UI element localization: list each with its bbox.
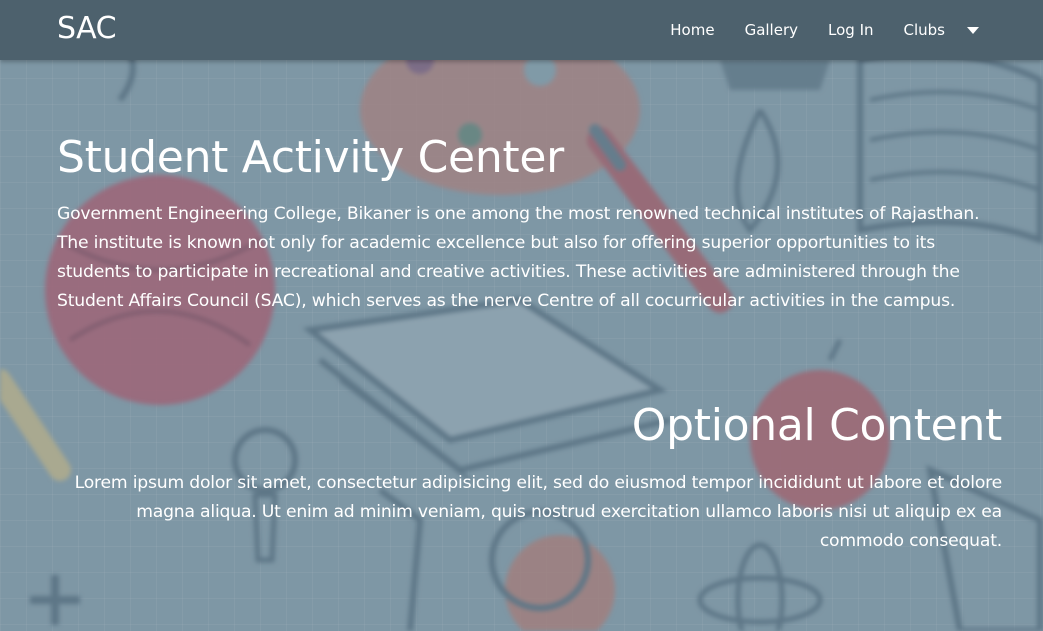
nav-links: Home Gallery Log In Clubs [670,0,979,60]
nav-link-clubs[interactable]: Clubs [904,21,945,39]
nav-link-login[interactable]: Log In [828,21,874,39]
intro-description: Government Engineering College, Bikaner … [57,204,980,311]
page: SAC Home Gallery Log In Clubs Student Ac… [0,0,1043,631]
caret-down-icon[interactable] [967,26,979,34]
brand-logo[interactable]: SAC [57,11,117,46]
navbar: SAC Home Gallery Log In Clubs [0,0,1043,60]
optional-title: Optional Content [631,400,1003,451]
page-title: Student Activity Center [57,132,564,183]
nav-link-gallery[interactable]: Gallery [745,21,798,39]
optional-text: Lorem ipsum dolor sit amet, consectetur … [74,473,1003,551]
nav-link-home[interactable]: Home [670,21,714,39]
